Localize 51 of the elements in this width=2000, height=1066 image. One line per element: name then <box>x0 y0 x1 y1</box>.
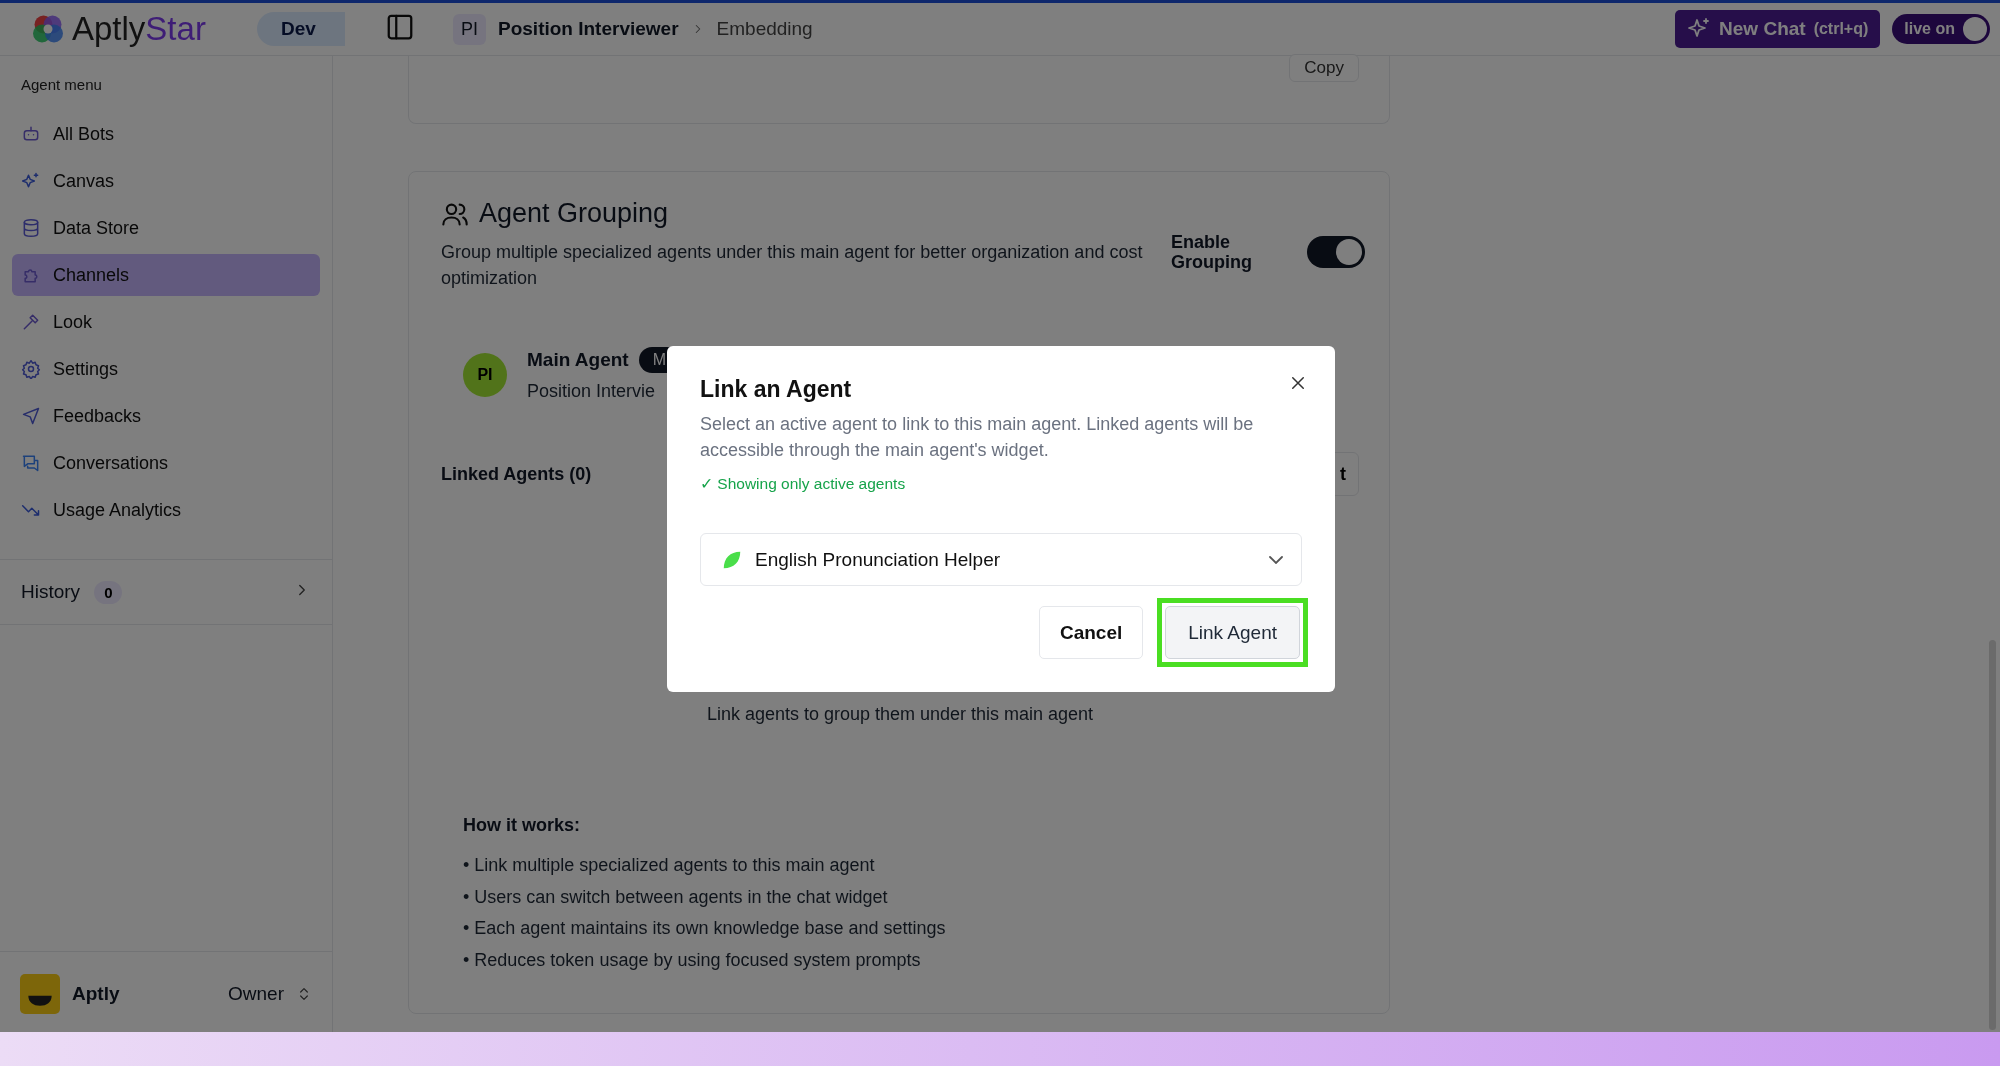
close-icon <box>1289 374 1307 392</box>
agent-name: Position Intervie <box>527 381 657 402</box>
sidebar-item[interactable]: Feedbacks <box>12 395 320 437</box>
breadcrumb-item[interactable]: Position Interviewer <box>498 18 679 40</box>
new-chat-button[interactable]: New Chat (ctrl+q) <box>1675 10 1881 48</box>
sidebar-item[interactable]: Settings <box>12 348 320 390</box>
user-name: Aptly <box>72 983 121 1005</box>
robot-icon <box>21 124 41 144</box>
section-description: Group multiple specialized agents under this main agent for better organization and cost optimization <box>441 241 1144 290</box>
dialog-title: Link an Agent <box>700 376 852 403</box>
filter-note: ✓ Showing only active agents <box>700 475 907 493</box>
section-label: Agent menu <box>20 76 103 93</box>
user-role: Owner <box>228 983 284 1005</box>
grouping-toggle[interactable] <box>1307 235 1365 268</box>
sidebar-item[interactable]: Look <box>12 301 320 343</box>
toggle-label: Enable Grouping <box>1171 231 1253 272</box>
cancel-button[interactable]: Cancel <box>1038 606 1144 659</box>
database-icon <box>21 218 41 238</box>
dialog-description: Select an active agent to link to this main agent. Linked agents will be accessible through the main agent's widget. <box>700 413 1255 462</box>
list-item: • Reduces token usage by using focused system prompts <box>463 948 922 972</box>
sidebar-item[interactable]: Conversations <box>12 442 320 484</box>
agent-select[interactable]: English Pronunciation Helper <box>700 533 1302 586</box>
how-it-works-title: How it works: <box>463 815 581 836</box>
gear-icon <box>21 359 41 379</box>
history-label[interactable]: History <box>21 581 81 603</box>
agent-label: Main Agent <box>527 349 629 371</box>
sidebar-toggle-icon[interactable] <box>385 12 415 42</box>
list-item: • Users can switch between agents in the chat widget <box>463 885 889 909</box>
linked-agents-title: Linked Agents (0) <box>441 463 592 485</box>
agent-avatar: PI <box>463 352 507 397</box>
chat-bubbles-icon <box>21 453 41 473</box>
sidebar-item[interactable]: Channels <box>12 254 320 296</box>
list-item: • Each agent maintains its own knowledge base and settings <box>463 917 947 940</box>
live-toggle[interactable]: live on <box>1892 14 1990 44</box>
agent-initials: PI <box>453 13 486 45</box>
link-agent-button[interactable]: Link Agent <box>1165 606 1300 659</box>
sidebar-item[interactable]: Canvas <box>12 160 320 202</box>
avatar-icon <box>20 974 60 1014</box>
chevron-down-icon <box>1269 555 1283 564</box>
history-count: 0 <box>94 580 123 604</box>
list-item: • Link multiple specialized agents to this main agent <box>463 854 876 877</box>
sidebar-item[interactable]: Data Store <box>12 207 320 249</box>
copy-button[interactable]: Copy <box>1289 54 1359 82</box>
sparkles-icon <box>21 171 41 191</box>
env-badge: Dev <box>257 12 345 46</box>
sidebar-item[interactable]: All Bots <box>12 113 320 155</box>
section-title: Agent Grouping <box>479 198 669 229</box>
empty-state-text: Link agents to group them under this main agent <box>705 704 1095 725</box>
paper-plane-icon <box>21 406 41 426</box>
breadcrumb-item[interactable]: Embedding <box>716 18 813 40</box>
sidebar-item[interactable]: Usage Analytics <box>12 489 320 531</box>
